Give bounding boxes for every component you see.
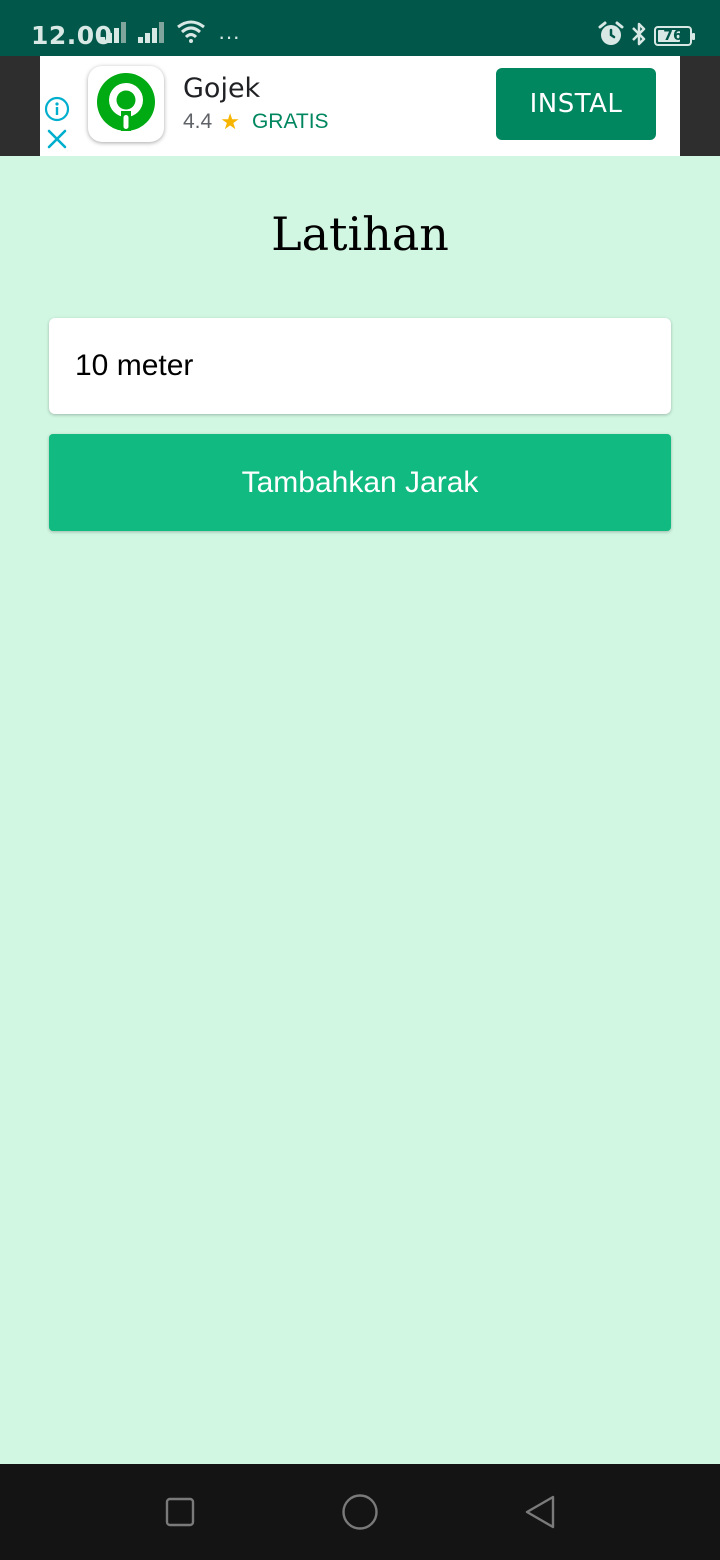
star-icon: ★	[220, 109, 240, 134]
wifi-icon	[176, 19, 206, 48]
ad-app-icon[interactable]	[88, 66, 164, 142]
status-bar: 12.00 ··· 76	[0, 0, 720, 56]
signal-icon	[100, 21, 130, 48]
more-icon: ···	[218, 24, 240, 49]
status-icons-left: ···	[100, 19, 240, 49]
ad-info-icon[interactable]	[44, 96, 70, 122]
distance-input[interactable]: 10 meter	[49, 318, 671, 414]
ad-close-icon[interactable]	[46, 128, 68, 150]
status-icons-right: 76	[598, 20, 695, 52]
home-icon[interactable]	[336, 1488, 384, 1536]
gojek-logo-icon	[95, 71, 157, 138]
ad-rating-row: 4.4 ★ GRATIS	[183, 108, 329, 136]
battery-percent: 76	[663, 28, 683, 44]
recents-icon[interactable]	[156, 1488, 204, 1536]
ad-app-name[interactable]: Gojek	[183, 72, 260, 106]
page-title: Latihan	[271, 207, 449, 261]
nav-bar	[0, 1464, 720, 1560]
ad-install-button[interactable]: INSTAL	[496, 68, 656, 140]
signal-icon	[138, 21, 168, 48]
distance-input-value: 10 meter	[75, 349, 194, 382]
back-icon[interactable]	[516, 1488, 564, 1536]
ad-rating: 4.4	[183, 110, 213, 133]
add-distance-button[interactable]: Tambahkan Jarak	[49, 434, 671, 531]
bluetooth-icon	[630, 21, 648, 52]
battery-icon: 76	[654, 26, 695, 46]
ad-banner[interactable]: Gojek 4.4 ★ GRATIS INSTAL	[40, 56, 680, 156]
ad-strip: Gojek 4.4 ★ GRATIS INSTAL	[0, 56, 720, 156]
ad-price: GRATIS	[251, 110, 329, 133]
alarm-icon	[598, 21, 624, 52]
